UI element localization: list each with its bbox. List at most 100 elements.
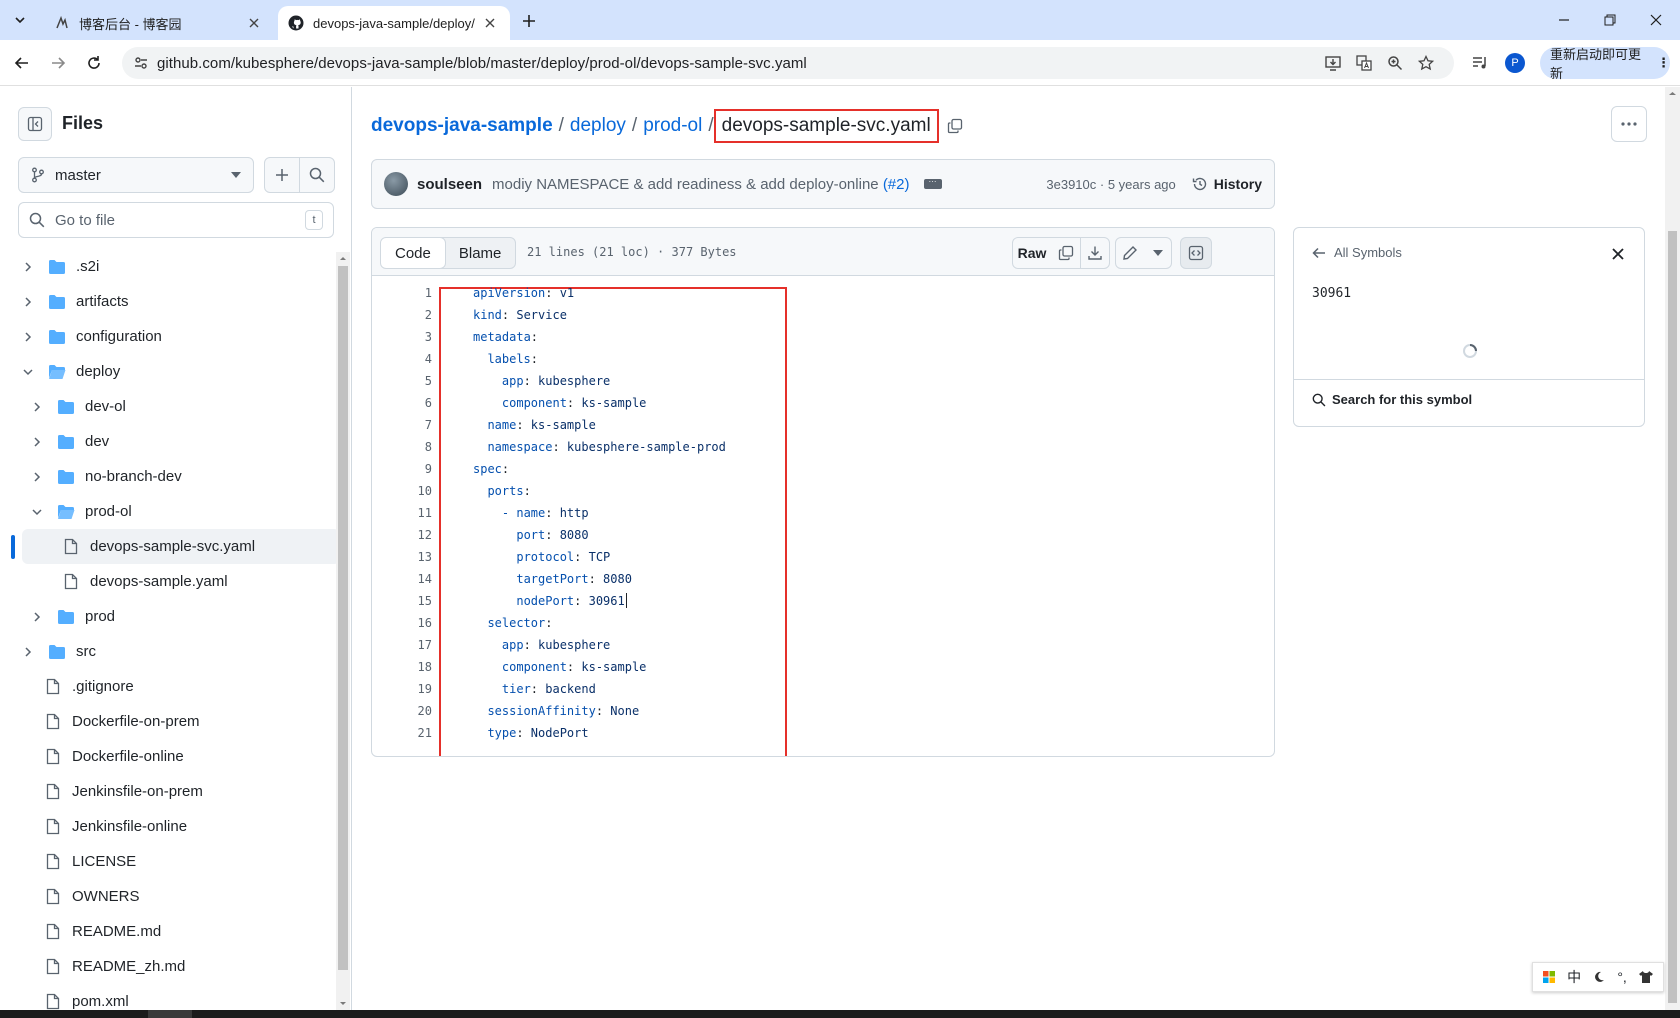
chevron-right-icon[interactable] [20, 644, 36, 660]
code-line[interactable]: 8 namespace: kubesphere-sample-prod [372, 436, 1274, 458]
line-number[interactable]: 16 [392, 612, 432, 634]
close-tab-icon[interactable] [244, 13, 264, 33]
code-line[interactable]: 4 labels: [372, 348, 1274, 370]
site-info-icon[interactable] [130, 52, 152, 74]
browser-tab-blog[interactable]: 博客后台 - 博客园 [44, 6, 274, 40]
tree-folder[interactable]: .s2i [0, 249, 340, 284]
sidebar-scrollbar[interactable] [336, 252, 350, 1010]
more-options-button[interactable] [1611, 106, 1647, 142]
code-line[interactable]: 6 component: ks-sample [372, 392, 1274, 414]
code-line[interactable]: 1 apiVersion: v1 [372, 282, 1274, 304]
line-number[interactable]: 5 [392, 370, 432, 392]
chevron-right-icon[interactable] [20, 294, 36, 310]
profile-avatar[interactable]: P [1505, 53, 1525, 73]
line-number[interactable]: 3 [392, 326, 432, 348]
code-line[interactable]: 11 - name: http [372, 502, 1274, 524]
ime-punctuation[interactable]: °, [1617, 969, 1627, 985]
address-bar[interactable]: github.com/kubesphere/devops-java-sample… [122, 47, 1454, 79]
breadcrumb-repo-link[interactable]: devops-java-sample [371, 115, 553, 137]
tree-file[interactable]: pom.xml [0, 984, 340, 1010]
back-arrow-icon[interactable] [8, 49, 36, 77]
window-close-icon[interactable] [1633, 6, 1679, 34]
code-line[interactable]: 14 targetPort: 8080 [372, 568, 1274, 590]
code-line[interactable]: 15 nodePort: 30961 [372, 590, 1274, 612]
tab-code[interactable]: Code [381, 238, 446, 268]
tree-file[interactable]: README.md [0, 914, 340, 949]
forward-arrow-icon[interactable] [44, 49, 72, 77]
sidebar-collapse-icon[interactable] [18, 107, 52, 141]
breadcrumb-prod-ol-link[interactable]: prod-ol [643, 115, 702, 137]
line-number[interactable]: 11 [392, 502, 432, 524]
line-number[interactable]: 10 [392, 480, 432, 502]
new-tab-icon[interactable] [518, 10, 540, 32]
search-files-button[interactable] [299, 157, 335, 193]
edit-options-button[interactable] [1144, 237, 1172, 269]
chevron-right-icon[interactable] [29, 609, 45, 625]
close-tab-icon[interactable] [480, 13, 500, 33]
code-line[interactable]: 19 tier: backend [372, 678, 1274, 700]
bookmark-star-icon[interactable] [1415, 52, 1437, 74]
tree-file[interactable]: devops-sample-svc.yaml [11, 529, 340, 564]
line-number[interactable]: 15 [392, 590, 432, 612]
chevron-down-icon[interactable] [29, 504, 45, 520]
restore-icon[interactable] [1587, 6, 1633, 34]
raw-button[interactable]: Raw [1012, 237, 1052, 269]
code-line[interactable]: 5 app: kubesphere [372, 370, 1274, 392]
history-link[interactable]: History [1192, 176, 1262, 192]
line-number[interactable]: 19 [392, 678, 432, 700]
line-number[interactable]: 18 [392, 656, 432, 678]
download-raw-button[interactable] [1080, 237, 1110, 269]
tree-file[interactable]: Dockerfile-online [0, 739, 340, 774]
ime-chinese-mode[interactable]: 中 [1567, 967, 1581, 987]
chevron-right-icon[interactable] [29, 469, 45, 485]
tree-file[interactable]: README_zh.md [0, 949, 340, 984]
line-number[interactable]: 14 [392, 568, 432, 590]
browser-menu-icon[interactable]: ⋮ [1657, 55, 1670, 71]
moon-icon[interactable] [1593, 971, 1605, 983]
page-scroll-thumb[interactable] [1668, 231, 1677, 1003]
code-line[interactable]: 18 component: ks-sample [372, 656, 1274, 678]
tree-file[interactable]: devops-sample.yaml [0, 564, 340, 599]
symbols-panel-button[interactable] [1180, 237, 1212, 269]
go-to-file-input[interactable]: Go to file t [18, 202, 334, 238]
line-number[interactable]: 17 [392, 634, 432, 656]
tab-blame[interactable]: Blame [445, 238, 516, 268]
line-number[interactable]: 2 [392, 304, 432, 326]
chevron-right-icon[interactable] [20, 329, 36, 345]
translate-icon[interactable] [1353, 52, 1375, 74]
tree-file[interactable]: Jenkinsfile-on-prem [0, 774, 340, 809]
tree-folder[interactable]: prod [0, 599, 340, 634]
breadcrumb-deploy-link[interactable]: deploy [570, 115, 626, 137]
search-symbol-button[interactable]: Search for this symbol [1312, 392, 1472, 407]
code-line[interactable]: 12 port: 8080 [372, 524, 1274, 546]
all-symbols-link[interactable]: All Symbols [1312, 245, 1402, 260]
line-number[interactable]: 1 [392, 282, 432, 304]
ime-toolbar[interactable]: 中 °, [1532, 962, 1664, 992]
chevron-right-icon[interactable] [20, 259, 36, 275]
page-scrollbar[interactable] [1665, 87, 1680, 1010]
line-number[interactable]: 8 [392, 436, 432, 458]
author-avatar[interactable] [384, 172, 408, 196]
code-line[interactable]: 7 name: ks-sample [372, 414, 1274, 436]
tree-file[interactable]: Jenkinsfile-online [0, 809, 340, 844]
code-line[interactable]: 17 app: kubesphere [372, 634, 1274, 656]
tree-folder[interactable]: configuration [0, 319, 340, 354]
line-number[interactable]: 13 [392, 546, 432, 568]
line-number[interactable]: 7 [392, 414, 432, 436]
tree-folder[interactable]: dev [0, 424, 340, 459]
commit-pr-link[interactable]: (#2) [883, 176, 910, 193]
tree-folder[interactable]: src [0, 634, 340, 669]
reload-icon[interactable] [80, 49, 108, 77]
code-line[interactable]: 2 kind: Service [372, 304, 1274, 326]
tree-file[interactable]: LICENSE [0, 844, 340, 879]
line-number[interactable]: 4 [392, 348, 432, 370]
code-line[interactable]: 16 selector: [372, 612, 1274, 634]
chevron-down-icon[interactable] [20, 364, 36, 380]
copy-raw-button[interactable] [1051, 237, 1081, 269]
code-lines[interactable]: 1 apiVersion: v1 2 kind: Service 3 metadata: 4 la… [372, 282, 1274, 756]
branch-selector[interactable]: master [18, 157, 254, 193]
tree-folder[interactable]: deploy [0, 354, 340, 389]
media-control-icon[interactable] [1468, 51, 1492, 75]
commit-meta[interactable]: 3e3910c · 5 years ago [1046, 177, 1175, 192]
tab-search-icon[interactable] [8, 8, 32, 32]
